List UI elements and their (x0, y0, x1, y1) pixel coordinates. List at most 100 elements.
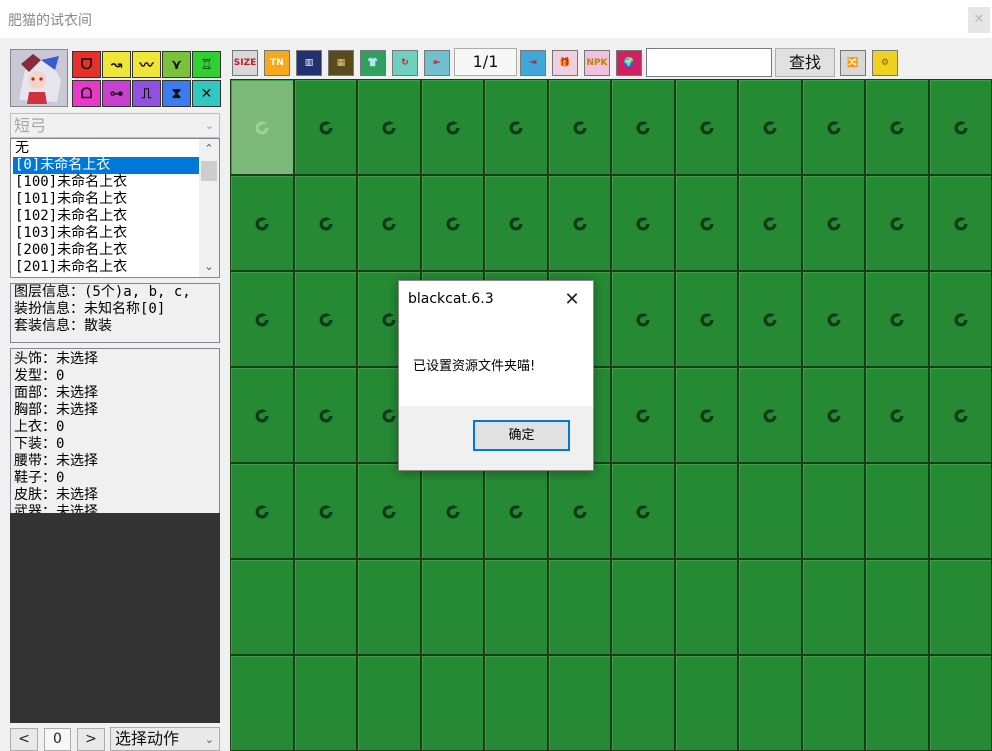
list-scrollbar[interactable]: ⌃ ⌄ (199, 139, 219, 277)
tn-tool-icon[interactable]: TN (264, 50, 290, 76)
grid-cell[interactable] (548, 464, 610, 558)
category-wings-icon[interactable]: ⋎ (162, 51, 191, 78)
grid-cell[interactable] (739, 80, 801, 174)
grid-cell[interactable] (612, 272, 674, 366)
dialog-close-button[interactable]: ✕ (557, 286, 587, 314)
category-band-icon[interactable]: ⊶ (102, 80, 131, 107)
list-item[interactable]: [102]未命名上衣 (13, 208, 199, 225)
grid-cell[interactable] (739, 656, 801, 750)
grid-cell[interactable] (421, 656, 483, 750)
grid-cell[interactable] (485, 464, 547, 558)
grid-cell[interactable] (231, 560, 293, 654)
grid-cell[interactable] (929, 464, 991, 558)
grid-cell[interactable] (421, 80, 483, 174)
npk-tool-icon[interactable]: NPK (584, 50, 610, 76)
grid-cell[interactable] (866, 368, 928, 462)
grid-cell[interactable] (929, 272, 991, 366)
prev-frame-button[interactable]: < (10, 728, 38, 751)
grid-cell[interactable] (358, 560, 420, 654)
grid-cell[interactable] (358, 464, 420, 558)
grid-cell[interactable] (485, 176, 547, 270)
grid-cell[interactable] (294, 80, 356, 174)
shirt-tool-icon[interactable]: 👕 (360, 50, 386, 76)
grid-cell[interactable] (612, 368, 674, 462)
grid-cell[interactable] (294, 464, 356, 558)
grid-cell[interactable] (675, 656, 737, 750)
grid-cell[interactable] (929, 368, 991, 462)
globe-tool-icon[interactable]: 🌍 (616, 50, 642, 76)
grid-cell[interactable] (231, 368, 293, 462)
list-item[interactable]: [103]未命名上衣 (13, 225, 199, 242)
category-tail-icon[interactable]: ↝ (102, 51, 131, 78)
refresh-tool-icon[interactable]: ↻ (392, 50, 418, 76)
grid-cell[interactable] (294, 656, 356, 750)
grid-cell[interactable] (548, 80, 610, 174)
category-belt-icon[interactable]: ♖ (192, 51, 221, 78)
grid-cell[interactable] (866, 272, 928, 366)
grid-cell[interactable] (231, 176, 293, 270)
grid-cell[interactable] (548, 560, 610, 654)
grid-cell[interactable] (294, 272, 356, 366)
grid-cell[interactable] (675, 176, 737, 270)
category-helmet-icon[interactable]: ᗝ (72, 80, 101, 107)
frame-index-field[interactable]: 0 (44, 728, 71, 751)
scroll-up-icon[interactable]: ⌃ (199, 139, 219, 159)
scroll-down-icon[interactable]: ⌄ (199, 257, 219, 277)
grid-cell[interactable] (294, 176, 356, 270)
grid-cell[interactable] (866, 656, 928, 750)
grid-cell[interactable] (485, 560, 547, 654)
list-item[interactable]: [100]未命名上衣 (13, 174, 199, 191)
shuffle-tool-icon[interactable]: 🔀 (840, 50, 866, 76)
category-cross-icon[interactable]: ✕ (192, 80, 221, 107)
find-button[interactable]: 查找 (775, 48, 835, 77)
scroll-thumb[interactable] (201, 161, 217, 181)
import-tool-icon[interactable]: ⇤ (424, 50, 450, 76)
grid-cell[interactable] (358, 656, 420, 750)
list-item[interactable]: [0]未命名上衣 (13, 157, 199, 174)
grid-cell[interactable] (548, 656, 610, 750)
grid-cell[interactable] (929, 176, 991, 270)
grid-cell[interactable] (739, 464, 801, 558)
list-item[interactable]: [201]未命名上衣 (13, 259, 199, 276)
grid-cell[interactable] (421, 176, 483, 270)
size-tool-icon[interactable]: SIZE (232, 50, 258, 76)
grid-cell[interactable] (739, 272, 801, 366)
grid-cell[interactable] (675, 560, 737, 654)
grid-cell[interactable] (802, 272, 864, 366)
grid-cell[interactable] (231, 656, 293, 750)
grid-cell[interactable] (802, 80, 864, 174)
grid-cell[interactable] (231, 272, 293, 366)
settings-tool-icon[interactable]: ⚙ (872, 50, 898, 76)
grid-cell[interactable] (929, 560, 991, 654)
window-close-button[interactable]: ✕ (968, 7, 990, 33)
search-input[interactable] (646, 48, 772, 77)
grid-cell[interactable] (739, 176, 801, 270)
grid-cell[interactable] (612, 464, 674, 558)
category-horn-icon[interactable]: ᗜ (72, 51, 101, 78)
grid-cell[interactable] (866, 80, 928, 174)
grid-cell[interactable] (802, 368, 864, 462)
grid-cell[interactable] (866, 464, 928, 558)
item-list[interactable]: 无 [0]未命名上衣 [100]未命名上衣 [101]未命名上衣 [102]未命名上衣[… (10, 138, 220, 278)
grid-cell[interactable] (866, 560, 928, 654)
grid-cell[interactable] (231, 80, 293, 174)
gift-tool-icon[interactable]: 🎁 (552, 50, 578, 76)
grid-cell[interactable] (231, 464, 293, 558)
grid-cell[interactable] (739, 368, 801, 462)
grid-cell[interactable] (358, 80, 420, 174)
grid-cell[interactable] (548, 176, 610, 270)
grid-cell[interactable] (675, 80, 737, 174)
grid-cell[interactable] (485, 656, 547, 750)
page-indicator[interactable]: 1/1 (454, 48, 517, 76)
next-frame-button[interactable]: > (77, 728, 105, 751)
grid-cell[interactable] (929, 656, 991, 750)
grid-cell[interactable] (294, 560, 356, 654)
grid-cell[interactable] (675, 272, 737, 366)
ok-button[interactable]: 确定 (473, 420, 570, 451)
grid-cell[interactable] (612, 80, 674, 174)
grid-cell[interactable] (675, 368, 737, 462)
category-rack-icon[interactable]: ⎍ (132, 80, 161, 107)
grid-cell[interactable] (421, 464, 483, 558)
grid-cell[interactable] (612, 560, 674, 654)
grid-cell[interactable] (612, 176, 674, 270)
